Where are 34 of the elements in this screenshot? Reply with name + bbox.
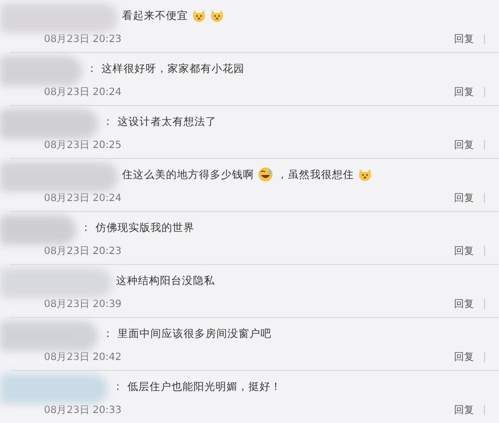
colon: : bbox=[84, 221, 88, 234]
dog-face-icon bbox=[210, 8, 224, 22]
dog-face-icon bbox=[192, 8, 206, 22]
reply-link[interactable]: 回复 bbox=[454, 84, 474, 98]
comment-text: 低层住户也能阳光明媚，挺好！ bbox=[128, 380, 282, 394]
comment-time: 08月23日 20:33 bbox=[44, 404, 122, 416]
comment-time: 08月23日 20:25 bbox=[44, 138, 122, 152]
comment-text: 仿佛现实版我的世界 bbox=[96, 220, 195, 234]
comment-time: 08月23日 20:39 bbox=[44, 298, 122, 310]
comment-time: 08月23日 20:42 bbox=[44, 350, 122, 364]
comment-time: 08月23日 20:24 bbox=[44, 86, 122, 98]
comment-time: 08月23日 20:23 bbox=[44, 32, 122, 46]
comment-time: 08月23日 20:23 bbox=[44, 244, 122, 258]
reply-link[interactable]: 回复 bbox=[454, 402, 474, 416]
comment-text: 里面中间应该很多房间没窗户吧 bbox=[118, 326, 272, 340]
reply-link[interactable]: 回复 bbox=[454, 138, 474, 152]
comment-text: 这设计者太有想法了 bbox=[118, 114, 217, 128]
comment-time: 08月23日 20:24 bbox=[44, 192, 122, 204]
comment-text: ，虽然我很想住 bbox=[277, 168, 354, 182]
comment-text: 这种结构阳台没隐私 bbox=[116, 274, 215, 288]
comment-text: 这样很好呀，家家都有小花园 bbox=[102, 62, 245, 76]
reply-link[interactable]: 回复 bbox=[454, 244, 474, 258]
comment-text: 看起来不便宜 bbox=[122, 8, 188, 22]
colon: : bbox=[90, 62, 94, 75]
colon: : bbox=[116, 380, 120, 393]
laughing-face-icon bbox=[258, 167, 273, 182]
colon: : bbox=[106, 327, 110, 340]
reply-link[interactable]: 回复 bbox=[454, 190, 474, 204]
reply-link[interactable]: 回复 bbox=[454, 296, 474, 310]
comment-text: 住这么美的地方得多少钱啊 bbox=[122, 168, 254, 182]
dog-face-icon bbox=[358, 168, 372, 182]
reply-link[interactable]: 回复 bbox=[454, 350, 474, 364]
reply-link[interactable]: 回复 bbox=[454, 32, 474, 46]
colon: : bbox=[106, 115, 110, 128]
